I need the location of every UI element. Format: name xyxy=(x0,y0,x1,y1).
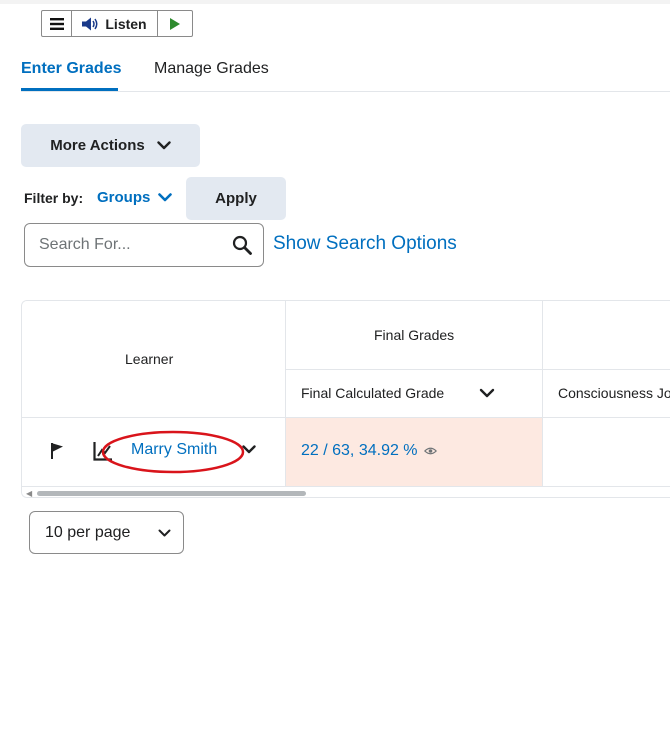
horizontal-scrollbar[interactable]: ◀ xyxy=(22,487,670,497)
play-icon xyxy=(170,17,180,30)
final-calculated-grade-header[interactable]: Final Calculated Grade xyxy=(286,370,543,418)
consciousness-grade-cell[interactable] xyxy=(543,418,670,487)
groups-label: Groups xyxy=(97,189,151,206)
search-icon[interactable] xyxy=(232,235,252,255)
more-actions-label: More Actions xyxy=(50,137,145,154)
hamburger-icon xyxy=(49,17,64,30)
scroll-left-icon[interactable]: ◀ xyxy=(26,489,32,497)
search-box xyxy=(24,223,264,267)
tab-manage-grades[interactable]: Manage Grades xyxy=(154,60,269,78)
tab-enter-grades[interactable]: Enter Grades xyxy=(21,60,121,78)
next-group-header xyxy=(543,301,670,370)
more-actions-button[interactable]: More Actions xyxy=(21,124,200,167)
final-grade-text: 22 / 63, 34.92 % xyxy=(301,442,418,459)
show-search-options-link[interactable]: Show Search Options xyxy=(273,233,457,255)
final-grade-cell[interactable]: 22 / 63, 34.92 % xyxy=(286,418,543,487)
final-grades-label: Final Grades xyxy=(374,327,455,343)
groups-filter-dropdown[interactable]: Groups xyxy=(97,189,173,206)
learner-name-link[interactable]: Marry Smith xyxy=(131,441,217,459)
filter-label: Filter by: xyxy=(24,190,84,206)
flag-icon[interactable] xyxy=(50,442,64,460)
top-strip xyxy=(0,0,670,4)
tab-divider xyxy=(21,91,670,92)
per-page-label: 10 per page xyxy=(45,523,131,541)
chevron-down-icon xyxy=(157,141,171,150)
toolbar-menu-button[interactable] xyxy=(42,11,72,36)
listen-label: Listen xyxy=(105,15,147,32)
table-row-learner-cell: Marry Smith xyxy=(22,418,286,487)
search-input[interactable] xyxy=(39,234,219,256)
play-button[interactable] xyxy=(158,11,192,36)
final-calculated-grade-label: Final Calculated Grade xyxy=(301,385,445,401)
consciousness-header-label: Consciousness Jo xyxy=(558,385,670,401)
speaker-icon xyxy=(82,17,98,30)
final-grade-value[interactable]: 22 / 63, 34.92 % xyxy=(301,442,437,460)
user-progress-icon[interactable] xyxy=(93,441,113,461)
consciousness-column-header[interactable]: Consciousness Jo xyxy=(543,370,670,418)
chevron-down-icon[interactable] xyxy=(242,445,256,454)
grades-table: Learner Final Grades Final Calculated Gr… xyxy=(21,300,670,498)
listen-toolbar: Listen xyxy=(41,10,193,37)
apply-button[interactable]: Apply xyxy=(186,177,286,220)
scrollbar-thumb[interactable] xyxy=(37,491,306,496)
listen-button[interactable]: Listen xyxy=(72,11,158,36)
eye-icon xyxy=(423,447,437,455)
chevron-down-icon[interactable] xyxy=(479,388,495,398)
final-grades-group-header: Final Grades xyxy=(286,301,543,370)
chevron-down-icon xyxy=(158,193,173,202)
chevron-down-icon xyxy=(158,529,171,536)
learner-column-header: Learner xyxy=(22,301,286,418)
learner-header-label: Learner xyxy=(125,351,174,367)
per-page-select[interactable]: 10 per page xyxy=(29,511,184,554)
